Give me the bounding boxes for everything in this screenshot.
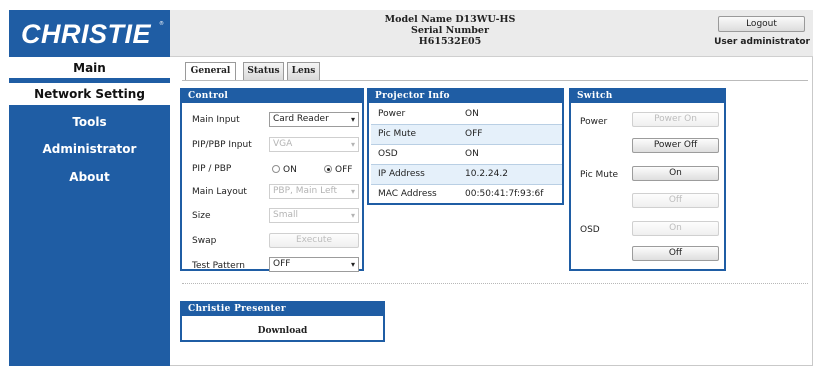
pip-pbp-input-value: VGA xyxy=(273,139,293,149)
main-input-label: Main Input xyxy=(192,115,240,125)
sidebar-item-main[interactable]: Main xyxy=(9,57,170,79)
dropdown-arrow-icon: ▾ xyxy=(350,115,355,124)
info-value: ON xyxy=(465,109,479,119)
tab-general[interactable]: General xyxy=(185,62,236,80)
radio-checked-icon xyxy=(324,165,332,173)
sidebar-item-administrator[interactable]: Administrator xyxy=(9,138,170,160)
pic-mute-label: Pic Mute xyxy=(580,170,619,180)
main-input-select[interactable]: Card Reader ▾ xyxy=(269,112,359,127)
pip-pbp-off-label: OFF xyxy=(335,165,353,175)
dropdown-arrow-icon: ▾ xyxy=(350,187,355,196)
sidebar-item-tools[interactable]: Tools xyxy=(9,111,170,133)
main-layout-label: Main Layout xyxy=(192,187,247,197)
pip-pbp-input-label: PIP/PBP Input xyxy=(192,140,252,150)
info-value: 10.2.24.2 xyxy=(465,169,508,179)
pic-mute-on-button[interactable]: On xyxy=(632,166,719,181)
logo-text: CHRISTIE xyxy=(21,19,152,49)
christie-presenter-panel: Christie Presenter Download xyxy=(180,301,385,342)
projector-info-panel: Projector Info Power ON Pic Mute OFF OSD… xyxy=(367,88,564,205)
pip-pbp-label: PIP / PBP xyxy=(192,164,232,174)
info-key: Pic Mute xyxy=(378,129,417,139)
pip-pbp-off-radio[interactable]: OFF xyxy=(324,165,352,175)
power-off-button[interactable]: Power Off xyxy=(632,138,719,153)
switch-title: Switch xyxy=(571,90,724,103)
sidebar-item-about[interactable]: About xyxy=(9,166,170,188)
tab-lens[interactable]: Lens xyxy=(287,62,320,80)
pip-pbp-on-radio[interactable]: ON xyxy=(272,165,297,175)
user-label: User administrator xyxy=(714,37,810,47)
header-bar: Model Name D13WU-HS Serial Number H61532… xyxy=(170,10,813,57)
control-title: Control xyxy=(182,90,362,103)
info-value: OFF xyxy=(465,129,483,139)
test-pattern-label: Test Pattern xyxy=(192,261,245,271)
model-name: Model Name D13WU-HS xyxy=(384,14,516,25)
info-value: 00:50:41:7f:93:6f xyxy=(465,189,544,199)
info-row: Pic Mute OFF xyxy=(371,125,562,145)
info-key: OSD xyxy=(378,149,398,159)
test-pattern-value: OFF xyxy=(273,259,291,269)
tab-status[interactable]: Status xyxy=(243,62,284,80)
info-key: MAC Address xyxy=(378,189,437,199)
size-select[interactable]: Small ▾ xyxy=(269,208,359,223)
info-key: Power xyxy=(378,109,406,119)
dropdown-arrow-icon: ▾ xyxy=(350,140,355,149)
pip-pbp-on-label: ON xyxy=(283,165,297,175)
switch-panel: Switch Power Power On Power Off Pic Mute… xyxy=(569,88,726,271)
info-value: ON xyxy=(465,149,479,159)
main-layout-value: PBP, Main Left xyxy=(273,186,338,196)
serial-number: Serial Number H61532E05 xyxy=(411,25,489,47)
size-value: Small xyxy=(273,210,298,220)
control-panel: Control Main Input Card Reader ▾ PIP/PBP… xyxy=(180,88,364,272)
swap-execute-button[interactable]: Execute xyxy=(269,233,359,248)
christie-logo: CHRISTIE ® xyxy=(9,10,170,57)
test-pattern-select[interactable]: OFF ▾ xyxy=(269,257,359,272)
sidebar-item-network-setting[interactable]: Network Setting xyxy=(9,83,170,105)
info-row: MAC Address 00:50:41:7f:93:6f xyxy=(371,185,562,205)
radio-unchecked-icon xyxy=(272,165,280,173)
info-row: IP Address 10.2.24.2 xyxy=(371,165,562,185)
info-key: IP Address xyxy=(378,169,425,179)
osd-label: OSD xyxy=(580,225,600,235)
info-row: OSD ON xyxy=(371,145,562,165)
logo-trademark: ® xyxy=(159,21,164,27)
logout-button[interactable]: Logout xyxy=(718,16,805,32)
section-divider xyxy=(182,283,808,284)
download-link[interactable]: Download xyxy=(184,325,381,338)
swap-label: Swap xyxy=(192,236,217,246)
sidebar: Main Network Setting Tools Administrator… xyxy=(9,57,170,366)
pic-mute-off-button[interactable]: Off xyxy=(632,193,719,208)
osd-on-button[interactable]: On xyxy=(632,221,719,236)
power-label: Power xyxy=(580,117,608,127)
presenter-title: Christie Presenter xyxy=(182,303,383,316)
tab-divider xyxy=(182,80,808,81)
osd-off-button[interactable]: Off xyxy=(632,246,719,261)
size-label: Size xyxy=(192,211,211,221)
main-layout-select[interactable]: PBP, Main Left ▾ xyxy=(269,184,359,199)
dropdown-arrow-icon: ▾ xyxy=(350,211,355,220)
pip-pbp-input-select[interactable]: VGA ▾ xyxy=(269,137,359,152)
dropdown-arrow-icon: ▾ xyxy=(350,260,355,269)
projector-info-title: Projector Info xyxy=(369,90,562,103)
power-on-button[interactable]: Power On xyxy=(632,112,719,127)
main-input-value: Card Reader xyxy=(273,114,329,124)
info-row: Power ON xyxy=(371,105,562,125)
